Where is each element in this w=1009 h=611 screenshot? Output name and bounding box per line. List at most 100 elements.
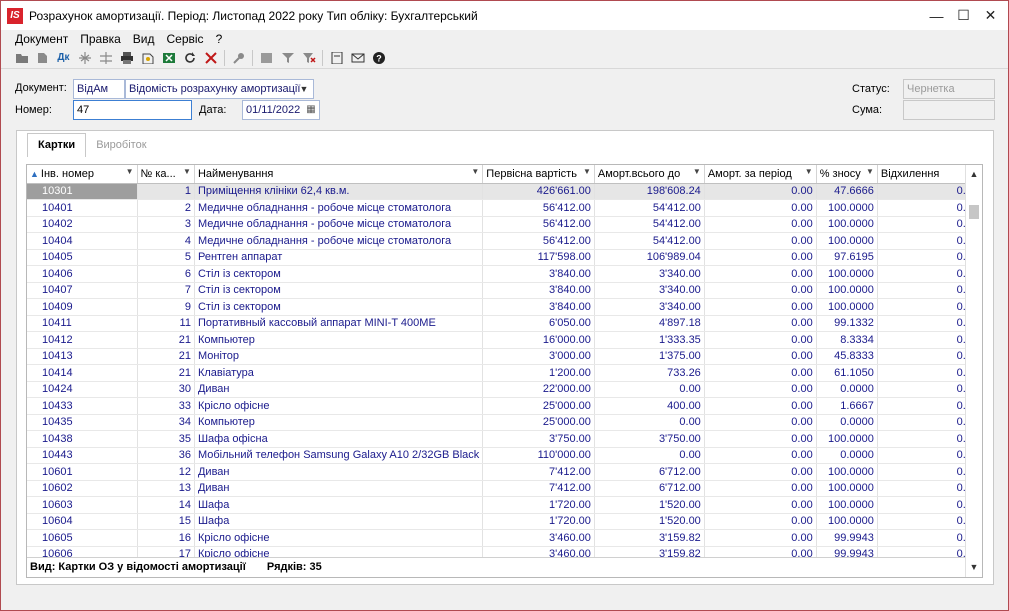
amort-total-cell[interactable]: 3'340.00 xyxy=(594,282,705,299)
amort-period-cell[interactable]: 0.00 xyxy=(704,348,817,365)
inv-number-cell[interactable]: 10412 xyxy=(27,331,138,349)
amort-total-cell[interactable]: 54'412.00 xyxy=(594,199,705,217)
inv-number-cell[interactable]: 10603 xyxy=(27,496,138,514)
table-row[interactable]: 10401 2 Медичне обладнання - робоче місце … xyxy=(27,199,982,217)
amort-total-cell[interactable]: 3'750.00 xyxy=(594,430,705,448)
calendar-icon[interactable]: ▦ xyxy=(304,102,318,118)
folder-icon[interactable] xyxy=(11,48,32,68)
table-row[interactable]: 1060415Шафа1'720.001'520.000.00100.00000… xyxy=(27,513,982,530)
card-number-cell[interactable]: 30 xyxy=(137,381,195,398)
wear-percent-cell[interactable]: 100.0000 xyxy=(816,199,878,217)
amort-total-cell[interactable]: 0.00 xyxy=(594,381,705,398)
initial-cost-cell[interactable]: 3'840.00 xyxy=(482,298,595,316)
table-row[interactable]: 10301 1 Приміщення клініки 62,4 кв.м. 426'6… xyxy=(27,183,982,200)
inv-number-cell[interactable]: 10405 xyxy=(27,249,138,266)
initial-cost-cell[interactable]: 16'000.00 xyxy=(482,331,595,349)
inv-number-cell[interactable]: 10438 xyxy=(27,430,138,448)
menu-view[interactable]: Вид xyxy=(133,32,155,46)
inv-number-cell[interactable]: 10301 xyxy=(27,183,138,200)
column-filter-icon[interactable]: ▼ xyxy=(583,167,591,176)
amort-total-cell[interactable]: 4'897.18 xyxy=(594,315,705,332)
amort-total-cell[interactable]: 3'159.82 xyxy=(594,529,705,547)
amort-total-cell[interactable]: 1'520.00 xyxy=(594,513,705,530)
column-filter-icon[interactable]: ▼ xyxy=(805,167,813,176)
close-button[interactable]: ✕ xyxy=(977,1,1004,30)
table-row[interactable]: 10413 21 Монітор 3'000.00 1'375.00 0.00 45.833… xyxy=(27,348,982,365)
wear-percent-cell[interactable]: 100.0000 xyxy=(816,463,878,481)
name-cell[interactable]: Стіл із сектором xyxy=(194,298,484,316)
initial-cost-cell[interactable]: 117'598.00 xyxy=(482,249,595,266)
inv-number-cell[interactable]: 10404 xyxy=(27,232,138,250)
amort-period-cell[interactable]: 0.00 xyxy=(704,216,817,233)
table-row[interactable]: 10407 7 Стіл із сектором 3'840.00 3'340.00 0.… xyxy=(27,282,982,299)
wear-percent-cell[interactable]: 0.0000 xyxy=(816,447,878,464)
inv-number-cell[interactable]: 10407 xyxy=(27,282,138,299)
col-header-amort-total[interactable]: Аморт.всього до ▼ xyxy=(594,165,705,184)
wear-percent-cell[interactable]: 99.1332 xyxy=(816,315,878,332)
card-number-cell[interactable]: 16 xyxy=(137,529,195,547)
initial-cost-cell[interactable]: 3'840.00 xyxy=(482,265,595,283)
number-field[interactable]: 47 xyxy=(73,100,192,120)
open-icon[interactable] xyxy=(32,48,53,68)
card-number-cell[interactable]: 33 xyxy=(137,397,195,415)
minimize-button[interactable]: — xyxy=(923,1,950,30)
delete-icon[interactable] xyxy=(200,48,221,68)
table-row[interactable]: 10405 5 Рентген аппарат 117'598.00 106'989.0… xyxy=(27,249,982,266)
document-type-select[interactable]: Відомість розрахунку амортизації ▼ xyxy=(125,79,314,99)
column-filter-icon[interactable]: ▼ xyxy=(693,167,701,176)
wear-percent-cell[interactable]: 100.0000 xyxy=(816,513,878,530)
name-cell[interactable]: Шафа xyxy=(194,513,484,530)
inv-number-cell[interactable]: 10409 xyxy=(27,298,138,316)
amort-period-cell[interactable]: 0.00 xyxy=(704,414,817,431)
table-row[interactable]: 10409 9 Стіл із сектором 3'840.00 3'340.00 0.… xyxy=(27,298,982,316)
table-row[interactable]: 1042430Диван22'000.000.000.000.00000.00 xyxy=(27,381,982,398)
date-field[interactable]: 01/11/2022 ▦ xyxy=(242,100,320,120)
table-row[interactable]: 10601 12 Диван 7'412.00 6'712.00 0.00 100.0000… xyxy=(27,463,982,481)
stop-icon[interactable] xyxy=(256,48,277,68)
inv-number-cell[interactable]: 10414 xyxy=(27,364,138,382)
initial-cost-cell[interactable]: 7'412.00 xyxy=(482,480,595,497)
inv-number-cell[interactable]: 10424 xyxy=(27,381,138,398)
dt-kt-icon[interactable]: Дк xyxy=(53,48,74,68)
scroll-down-icon[interactable]: ▼ xyxy=(966,559,982,575)
amort-total-cell[interactable]: 6'712.00 xyxy=(594,480,705,497)
initial-cost-cell[interactable]: 7'412.00 xyxy=(482,463,595,481)
initial-cost-cell[interactable]: 6'050.00 xyxy=(482,315,595,332)
card-number-cell[interactable]: 2 xyxy=(137,199,195,217)
name-cell[interactable]: Компьютер xyxy=(194,331,484,349)
table-row[interactable]: 10605 16 Крісло офісне 3'460.00 3'159.82 0.00… xyxy=(27,529,982,547)
initial-cost-cell[interactable]: 426'661.00 xyxy=(482,183,595,200)
wear-percent-cell[interactable]: 1.6667 xyxy=(816,397,878,415)
amort-period-cell[interactable]: 0.00 xyxy=(704,513,817,530)
card-number-cell[interactable]: 21 xyxy=(137,348,195,365)
initial-cost-cell[interactable]: 110'000.00 xyxy=(482,447,595,464)
card-number-cell[interactable]: 5 xyxy=(137,249,195,266)
table-row[interactable]: 1043534Компьютер25'000.000.000.000.00000… xyxy=(27,414,982,431)
table-row[interactable]: 10406 6 Стіл із сектором 3'840.00 3'340.00 0.… xyxy=(27,265,982,283)
column-filter-icon[interactable]: ▼ xyxy=(183,167,191,176)
menu-edit[interactable]: Правка xyxy=(80,32,121,46)
wear-percent-cell[interactable]: 100.0000 xyxy=(816,265,878,283)
name-cell[interactable]: Стіл із сектором xyxy=(194,282,484,299)
name-cell[interactable]: Приміщення клініки 62,4 кв.м. xyxy=(194,183,484,200)
amort-total-cell[interactable]: 1'520.00 xyxy=(594,496,705,514)
balance-icon[interactable] xyxy=(95,48,116,68)
initial-cost-cell[interactable]: 3'840.00 xyxy=(482,282,595,299)
initial-cost-cell[interactable]: 25'000.00 xyxy=(482,397,595,415)
amort-period-cell[interactable]: 0.00 xyxy=(704,331,817,349)
inv-number-cell[interactable]: 10435 xyxy=(27,414,138,431)
card-number-cell[interactable]: 15 xyxy=(137,513,195,530)
initial-cost-cell[interactable]: 56'412.00 xyxy=(482,199,595,217)
amort-period-cell[interactable]: 0.00 xyxy=(704,397,817,415)
table-row[interactable]: 10402 3 Медичне обладнання - робоче місце … xyxy=(27,216,982,233)
name-cell[interactable]: Мобільний телефон Samsung Galaxy A10 2/3… xyxy=(194,447,484,464)
chevron-down-icon[interactable]: ▼ xyxy=(297,80,311,98)
initial-cost-cell[interactable]: 1'200.00 xyxy=(482,364,595,382)
name-cell[interactable]: Шафа офісна xyxy=(194,430,484,448)
amort-period-cell[interactable]: 0.00 xyxy=(704,249,817,266)
inv-number-cell[interactable]: 10605 xyxy=(27,529,138,547)
document-icon[interactable] xyxy=(326,48,347,68)
card-number-cell[interactable]: 9 xyxy=(137,298,195,316)
wear-percent-cell[interactable]: 100.0000 xyxy=(816,430,878,448)
name-cell[interactable]: Стіл із сектором xyxy=(194,265,484,283)
